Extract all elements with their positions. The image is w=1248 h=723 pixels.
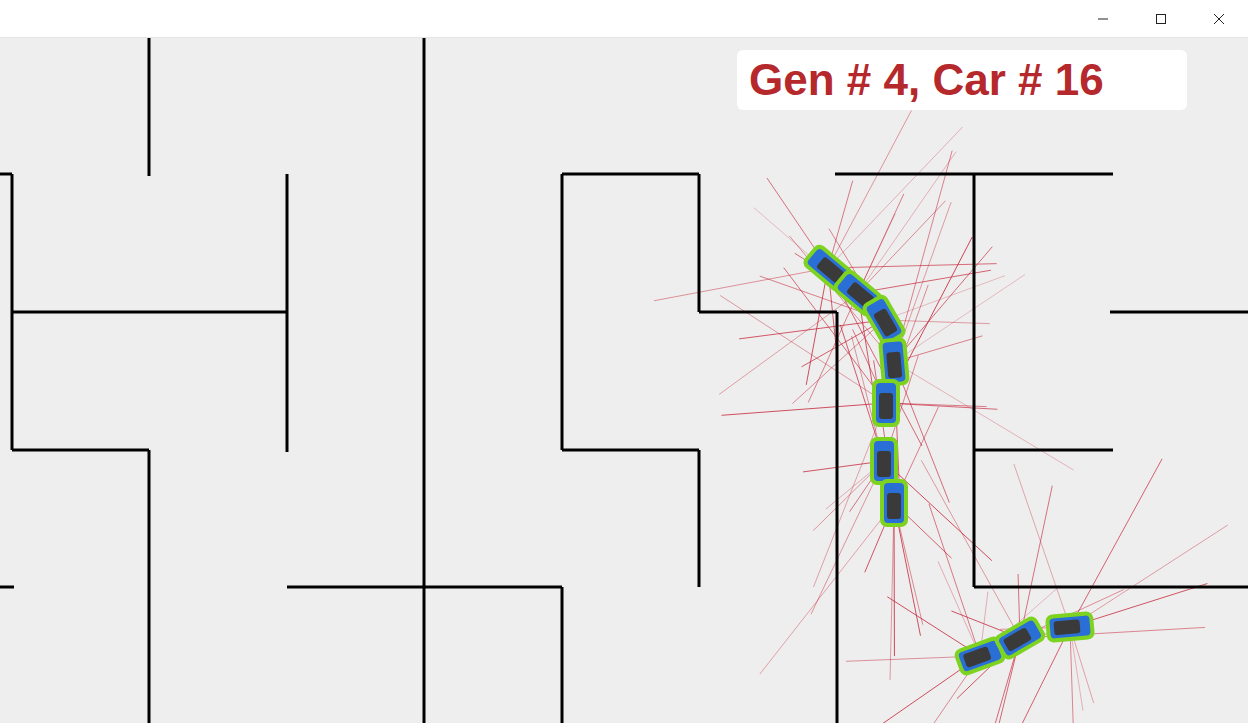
sensor-ray	[858, 270, 991, 293]
sensor-ray	[886, 403, 987, 407]
title-bar	[0, 0, 1248, 38]
sensor-ray	[894, 362, 1073, 470]
close-icon	[1213, 13, 1225, 25]
maze-wall	[561, 587, 564, 723]
maze-wall	[562, 449, 699, 452]
sensor-ray	[760, 503, 894, 674]
maximize-button[interactable]	[1132, 0, 1190, 38]
car	[880, 479, 908, 527]
maze-wall	[562, 173, 699, 176]
maze-wall	[973, 174, 976, 587]
sensor-ray	[884, 276, 1005, 320]
maze-wall	[698, 450, 701, 587]
sensor-ray	[858, 194, 904, 293]
maze-wall	[12, 311, 287, 314]
sensor-ray	[754, 208, 884, 320]
sensor-ray	[828, 127, 963, 268]
sensor-ray	[894, 247, 992, 362]
game-canvas: Gen # 4, Car # 16	[0, 38, 1248, 723]
maze-wall	[287, 586, 562, 589]
sensor-ray	[884, 461, 992, 561]
sensor-ray	[784, 268, 886, 403]
sensor-ray	[858, 201, 945, 293]
maze-wall	[974, 586, 1248, 589]
sensor-ray	[890, 503, 894, 680]
maze-wall	[148, 450, 151, 723]
sensor-ray	[1070, 627, 1074, 723]
sensor-ray	[1070, 459, 1162, 627]
maze-wall	[1110, 311, 1248, 314]
maze-wall	[836, 312, 839, 723]
sensor-ray	[929, 504, 980, 656]
maze-wall	[699, 311, 837, 314]
sensor-ray	[722, 403, 886, 415]
sensor-ray	[654, 268, 828, 301]
car	[870, 437, 898, 485]
sensor-ray	[811, 461, 884, 614]
minimize-button[interactable]	[1074, 0, 1132, 38]
maze-wall	[148, 38, 151, 176]
maze-wall	[12, 449, 149, 452]
sensor-ray	[894, 202, 951, 362]
sensor-ray	[828, 264, 997, 268]
maze	[0, 38, 1248, 723]
maze-wall	[561, 174, 564, 450]
maze-wall	[0, 173, 12, 176]
car	[872, 379, 900, 427]
hud-label: Gen # 4, Car # 16	[737, 50, 1187, 110]
sensor-ray	[980, 590, 1124, 656]
minimize-icon	[1097, 13, 1109, 25]
sensor-ray	[921, 460, 1020, 638]
sensor-ray	[1070, 525, 1228, 627]
close-button[interactable]	[1190, 0, 1248, 38]
sensor-ray	[1014, 464, 1070, 627]
car	[1045, 611, 1095, 643]
maze-wall	[0, 586, 14, 589]
sensor-ray	[801, 320, 884, 367]
sensor-ray	[884, 461, 923, 625]
maze-wall	[698, 174, 701, 312]
maze-wall	[11, 174, 14, 450]
car	[992, 614, 1048, 662]
maze-wall	[974, 449, 1113, 452]
maximize-icon	[1155, 13, 1167, 25]
maze-wall	[423, 38, 426, 723]
sensor-ray	[739, 320, 884, 339]
sensor-ray	[828, 110, 911, 268]
